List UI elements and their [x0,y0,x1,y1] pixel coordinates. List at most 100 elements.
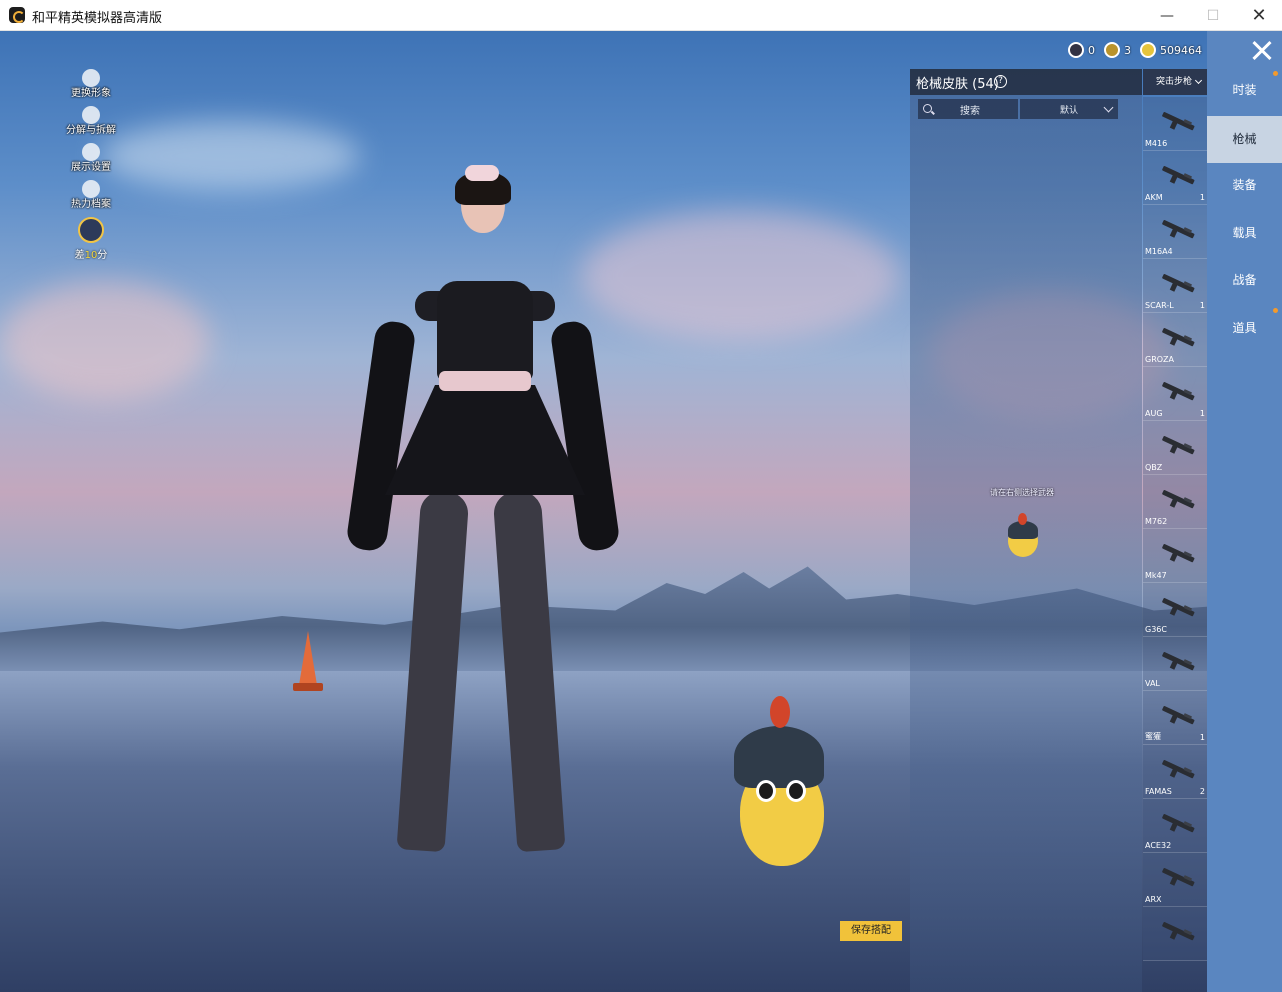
search-input[interactable]: 搜索 [918,99,1018,119]
minimize-button[interactable]: — [1144,0,1190,31]
notification-dot [1273,308,1278,313]
gold-coin-icon [1140,42,1156,58]
rifle-icon [1162,436,1195,455]
weapon-item[interactable]: Mk47 [1143,529,1207,583]
weapon-name: M16A4 [1145,247,1173,256]
rifle-icon [1162,544,1195,563]
weapon-name: GROZA [1145,355,1175,364]
rifle-icon [1162,652,1195,671]
weapon-skin-count: 2 [1199,787,1205,796]
window-titlebar: 和平精英模拟器高清版 — ☐ ✕ [0,0,1282,31]
weapon-skin-count: 1 [1199,301,1205,310]
weapon-name: SCAR-L [1145,301,1174,310]
weapon-name: G36C [1145,625,1167,634]
tab-battle-prep[interactable]: 战备 [1207,257,1282,304]
weapon-item[interactable]: M762 [1143,475,1207,529]
panel-header: 枪械皮肤 (54) ? [910,69,1142,95]
cloud [0,281,210,401]
weapon-name: VAL [1145,679,1160,688]
weapon-category-dropdown[interactable]: 突击步枪 [1143,69,1207,95]
rifle-icon [1162,598,1195,617]
display-settings-button[interactable]: 展示设置 [60,143,122,180]
weapon-item[interactable]: M16A4 [1143,205,1207,259]
eye-icon [82,143,100,161]
avatar-icon [82,69,100,87]
pet-chick-hint-image [998,513,1050,561]
rifle-icon [1162,760,1195,779]
weapon-item[interactable]: G36C [1143,583,1207,637]
chevron-down-icon [1103,102,1114,113]
select-weapon-hint: 请在右侧选择武器 [990,488,1054,497]
currency-gold: 509464 [1140,41,1202,59]
weapon-name: AUG [1145,409,1163,418]
notification-dot [1273,71,1278,76]
weapon-item[interactable]: M416 [1143,97,1207,151]
search-icon [923,104,932,113]
cloud [100,121,360,191]
weapon-item[interactable]: 蜜獾 1 [1143,691,1207,745]
tab-weapons[interactable]: 枪械 [1207,116,1282,163]
weapon-item[interactable]: QBZ [1143,421,1207,475]
weapon-skin-panel: 枪械皮肤 (54) ? 搜索 默认 请在右侧选择武器 [910,69,1142,992]
save-outfit-button[interactable]: 保存搭配 [840,921,902,941]
decompose-button[interactable]: 分解与拆解 [60,106,122,143]
weapon-name: QBZ [1145,463,1163,472]
weapon-name: ARX [1145,895,1162,904]
game-viewport: 更换形象 分解与拆解 展示设置 热力档案 差10分 0 3 509464 枪械皮… [0,31,1282,992]
cloud [580,211,900,341]
weapon-skin-count: 1 [1199,733,1205,742]
silver-coin-icon [1068,42,1084,58]
rank-badge-icon [78,217,104,243]
weapon-name: M416 [1145,139,1168,148]
panel-title: 枪械皮肤 (54) [916,77,999,92]
tab-items[interactable]: 道具 [1207,305,1282,352]
weapon-item[interactable]: FAMAS 2 [1143,745,1207,799]
weapon-item[interactable]: SCAR-L 1 [1143,259,1207,313]
rifle-icon [1162,922,1195,941]
pet-chick[interactable] [722,696,832,876]
chevron-down-icon [1194,76,1203,85]
currency-token: 3 [1104,41,1131,59]
tab-fashion[interactable]: 时装 [1207,67,1282,114]
weapon-skin-count: 1 [1199,409,1205,418]
weapon-item[interactable]: ACE32 [1143,799,1207,853]
rifle-icon [1162,706,1195,725]
rifle-icon [1162,220,1195,239]
rifle-icon [1162,112,1195,131]
rifle-icon [1162,274,1195,293]
weapon-item[interactable]: AUG 1 [1143,367,1207,421]
weapon-item[interactable]: ARX [1143,853,1207,907]
weapon-name: AKM [1145,193,1163,202]
close-window-button[interactable]: ✕ [1236,0,1282,31]
weapon-name: Mk47 [1145,571,1167,580]
weapon-item[interactable]: VAL [1143,637,1207,691]
rank-badge-button[interactable]: 差10分 [60,217,122,261]
rifle-icon [1162,166,1195,185]
rifle-icon [1162,490,1195,509]
puzzle-icon [82,106,100,124]
traffic-cone [293,631,323,693]
window-title: 和平精英模拟器高清版 [32,11,163,26]
rifle-icon [1162,814,1195,833]
change-appearance-button[interactable]: 更换形象 [60,69,122,106]
fire-icon [82,180,100,198]
player-character[interactable] [345,165,621,861]
maximize-button[interactable]: ☐ [1190,0,1236,31]
weapon-item[interactable]: AKM 1 [1143,151,1207,205]
rifle-icon [1162,868,1195,887]
weapon-item[interactable] [1143,907,1207,961]
weapon-item[interactable]: GROZA [1143,313,1207,367]
app-logo-icon [9,7,25,23]
help-icon[interactable]: ? [994,75,1007,88]
weapon-name: FAMAS [1145,787,1172,796]
left-menu: 更换形象 分解与拆解 展示设置 热力档案 差10分 [60,69,122,261]
sort-dropdown[interactable]: 默认 [1020,99,1118,119]
currency-silver: 0 [1068,41,1095,59]
heat-profile-button[interactable]: 热力档案 [60,180,122,217]
weapon-name: 蜜獾 [1145,732,1161,741]
close-icon[interactable] [1240,31,1282,69]
weapon-list: M416 AKM 1 M16A4 SCAR-L 1 GROZA AUG 1 QBZ M762 Mk47… [1143,97,1207,961]
tab-vehicles[interactable]: 载具 [1207,210,1282,257]
weapon-name: M762 [1145,517,1168,526]
tab-equipment[interactable]: 装备 [1207,162,1282,209]
